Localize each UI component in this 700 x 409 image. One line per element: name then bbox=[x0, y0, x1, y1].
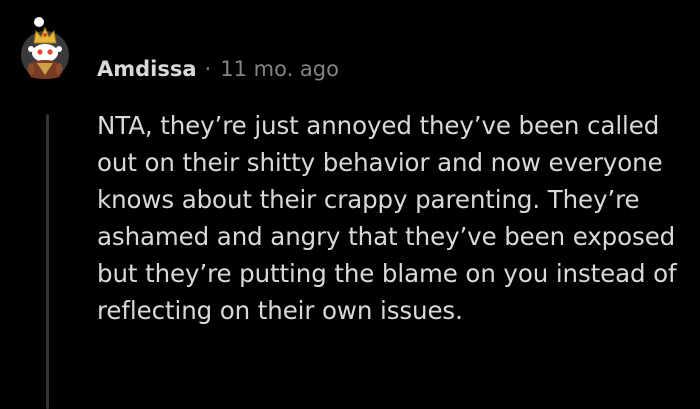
comment-age[interactable]: 11 mo. ago bbox=[220, 57, 339, 81]
comment: Amdissa · 11 mo. ago NTA, they’re just a… bbox=[0, 0, 700, 409]
author-name[interactable]: Amdissa bbox=[97, 57, 197, 81]
comment-body: NTA, they’re just annoyed they’ve been c… bbox=[97, 111, 677, 325]
meta-separator: · bbox=[204, 57, 212, 81]
comment-meta: Amdissa · 11 mo. ago bbox=[97, 55, 339, 83]
snoo-avatar-icon[interactable] bbox=[20, 15, 80, 95]
thread-line[interactable] bbox=[46, 114, 49, 409]
